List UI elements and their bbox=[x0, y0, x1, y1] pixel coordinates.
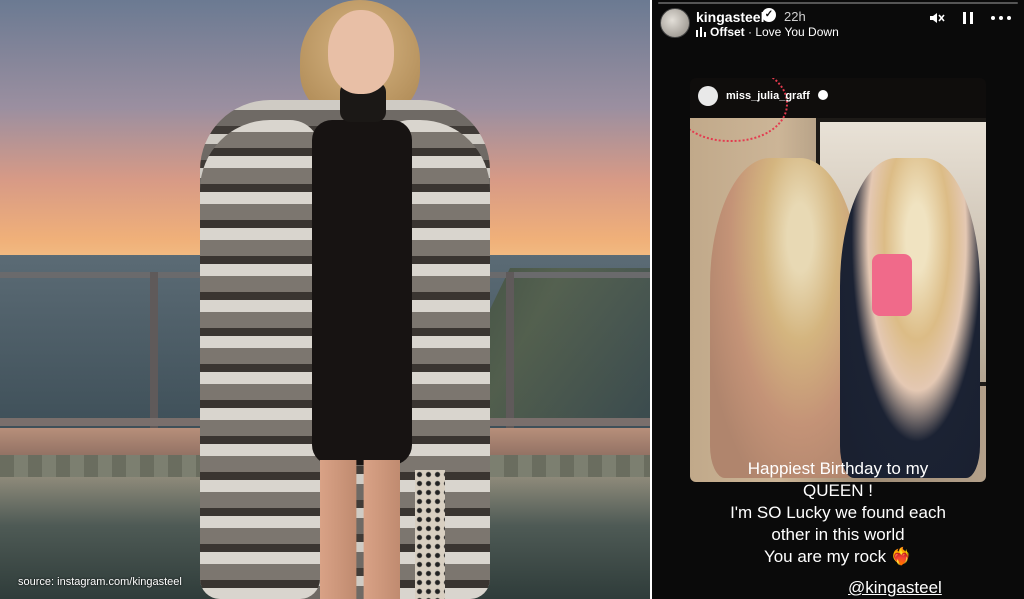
caption-line: Happiest Birthday to my bbox=[747, 459, 929, 478]
story-caption: Happiest Birthday to my QUEEN ! I'm SO L… bbox=[652, 458, 1024, 568]
leopard-lining bbox=[415, 470, 445, 599]
black-dress bbox=[312, 120, 412, 465]
music-label[interactable]: Offset · Love You Down bbox=[710, 25, 839, 39]
woman-left bbox=[710, 158, 860, 478]
source-caption: source: instagram.com/kingasteel bbox=[18, 576, 182, 588]
caption-line: You are my rock ❤️‍🔥 bbox=[763, 547, 913, 566]
more-options-icon[interactable] bbox=[990, 9, 1012, 30]
story-time: 22h bbox=[784, 9, 806, 24]
shared-post-avatar[interactable] bbox=[698, 86, 718, 106]
fur-coat-left bbox=[200, 120, 320, 599]
music-song: · Love You Down bbox=[744, 25, 839, 39]
shared-post-username[interactable]: miss_julia_graff bbox=[726, 90, 810, 102]
story-username[interactable]: kingasteel bbox=[696, 9, 764, 25]
legs bbox=[320, 460, 400, 599]
railing-post bbox=[506, 272, 514, 432]
caption-line: I'm SO Lucky we found each bbox=[730, 503, 946, 522]
mention-link[interactable]: @kingasteel bbox=[848, 578, 942, 598]
caption-line: QUEEN ! bbox=[803, 481, 873, 500]
railing-post bbox=[150, 272, 158, 432]
pink-phone bbox=[872, 254, 912, 316]
verified-badge-icon: ✓ bbox=[762, 8, 776, 22]
music-artist: Offset bbox=[710, 25, 745, 39]
speaker-mute-icon[interactable] bbox=[928, 9, 946, 30]
story-progress-bar bbox=[658, 2, 1018, 4]
woman-in-fur-coat bbox=[200, 0, 490, 599]
instagram-story: kingasteel ✓ 22h Offset · Love You Down … bbox=[652, 0, 1024, 599]
shared-post-card[interactable]: miss_julia_graff bbox=[690, 78, 986, 482]
pause-icon[interactable] bbox=[960, 9, 976, 30]
music-bars-icon bbox=[696, 27, 706, 40]
shared-post-verified-icon bbox=[818, 90, 828, 100]
face bbox=[328, 10, 394, 94]
left-photo: source: instagram.com/kingasteel bbox=[0, 0, 650, 599]
caption-line: other in this world bbox=[771, 525, 905, 544]
woman-right bbox=[840, 158, 980, 478]
avatar[interactable] bbox=[660, 8, 690, 38]
